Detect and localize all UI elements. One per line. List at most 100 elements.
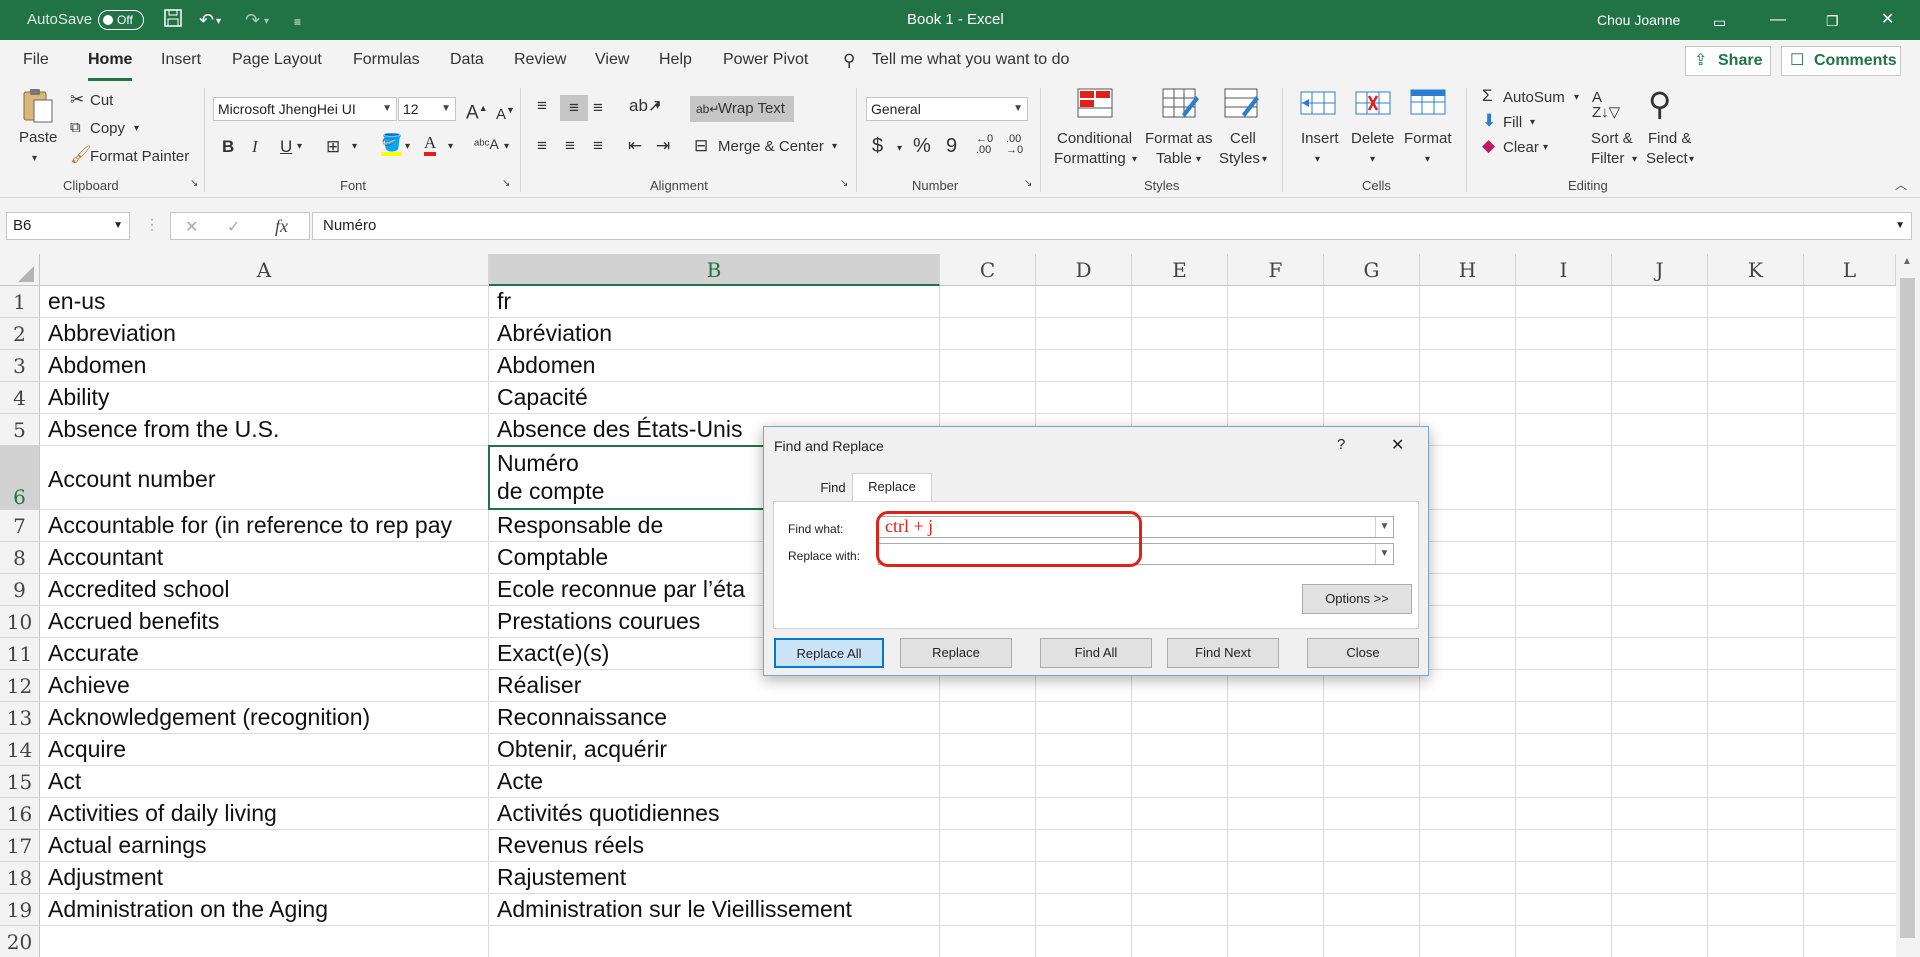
row-header-2[interactable]: 2 <box>0 318 40 350</box>
options-button[interactable]: Options >> <box>1302 584 1412 614</box>
cell-a18[interactable]: Adjustment <box>44 862 489 892</box>
cell-a4[interactable]: Ability <box>44 382 489 412</box>
format-as-table-icon[interactable] <box>1162 88 1202 120</box>
autosum-dropdown-icon[interactable]: ▾ <box>1574 89 1579 107</box>
cell-styles-icon[interactable] <box>1224 88 1264 120</box>
sort-filter-icon[interactable]: A Z↓▽ <box>1592 90 1620 120</box>
enter-icon[interactable]: ✓ <box>227 217 240 237</box>
clipboard-launcher-icon[interactable]: ↘ <box>190 178 198 189</box>
paste-icon[interactable] <box>18 88 58 123</box>
fill-color-icon[interactable]: 🪣 <box>381 134 403 156</box>
wrap-text-button[interactable]: ab↵ Wrap Text <box>690 96 794 122</box>
autosum-button[interactable]: AutoSum <box>1503 89 1565 107</box>
column-header-j[interactable]: J <box>1612 254 1708 286</box>
font-color-dropdown-icon[interactable]: ▾ <box>448 138 453 156</box>
cell-a14[interactable]: Acquire <box>44 734 489 764</box>
format-button[interactable]: Format <box>1404 130 1452 148</box>
increase-font-icon[interactable]: A▲ <box>466 98 488 123</box>
number-format-select[interactable]: General ▼ <box>866 97 1028 121</box>
redo-dropdown-icon[interactable]: ▾ <box>264 10 269 34</box>
find-select-icon[interactable]: ⚲ <box>1648 86 1671 122</box>
align-center-icon[interactable]: ≡ <box>565 136 575 156</box>
tab-data[interactable]: Data <box>450 51 484 69</box>
tab-file[interactable]: File <box>23 51 49 69</box>
cell-a11[interactable]: Accurate <box>44 638 489 668</box>
cell-a12[interactable]: Achieve <box>44 670 489 700</box>
row-header-17[interactable]: 17 <box>0 830 40 862</box>
column-header-h[interactable]: H <box>1420 254 1516 286</box>
format-cells-icon[interactable] <box>1410 86 1450 118</box>
paste-dropdown-icon[interactable]: ▾ <box>32 150 37 168</box>
tell-me-search[interactable]: Tell me what you want to do <box>872 51 1069 69</box>
alignment-launcher-icon[interactable]: ↘ <box>840 178 848 189</box>
cell-b9[interactable]: Ecole reconnue par l’éta <box>493 574 745 604</box>
cell-a1[interactable]: en-us <box>44 286 489 316</box>
percent-button[interactable]: % <box>913 136 931 156</box>
cell-b13[interactable]: Reconnaissance <box>493 702 667 732</box>
cell-b18[interactable]: Rajustement <box>493 862 626 892</box>
cell-b19[interactable]: Administration sur le Vieillissement <box>493 894 852 924</box>
row-header-6[interactable]: 6 <box>0 446 40 510</box>
cell-a10[interactable]: Accrued benefits <box>44 606 489 636</box>
cell-a6[interactable]: Account number <box>44 464 489 494</box>
row-header-18[interactable]: 18 <box>0 862 40 894</box>
ribbon-display-icon[interactable]: ▭ <box>1713 10 1726 34</box>
tab-replace[interactable]: Replace <box>852 473 932 502</box>
copy-dropdown-icon[interactable]: ▾ <box>134 120 139 138</box>
tab-view[interactable]: View <box>595 51 629 69</box>
column-header-k[interactable]: K <box>1708 254 1804 286</box>
borders-dropdown-icon[interactable]: ▾ <box>352 138 357 156</box>
tab-formulas[interactable]: Formulas <box>353 51 420 69</box>
expand-formula-icon[interactable]: ▼ <box>1895 213 1905 239</box>
align-right-icon[interactable]: ≡ <box>593 136 603 156</box>
insert-cells-icon[interactable] <box>1300 88 1340 120</box>
tab-review[interactable]: Review <box>514 51 566 69</box>
row-header-5[interactable]: 5 <box>0 414 40 446</box>
cell-a3[interactable]: Abdomen <box>44 350 489 380</box>
number-launcher-icon[interactable]: ↘ <box>1024 178 1032 189</box>
column-header-d[interactable]: D <box>1036 254 1132 286</box>
conditional-dropdown-icon[interactable]: ▾ <box>1132 151 1137 169</box>
scrollbar-thumb[interactable] <box>1900 278 1915 938</box>
format-painter-button[interactable]: Format Painter <box>90 148 189 166</box>
increase-indent-icon[interactable]: ⇥ <box>656 136 670 156</box>
clear-button[interactable]: Clear <box>1503 139 1539 157</box>
merge-dropdown-icon[interactable]: ▾ <box>832 138 837 156</box>
row-header-15[interactable]: 15 <box>0 766 40 798</box>
customize-qat-icon[interactable]: ≡ <box>294 10 301 34</box>
row-header-20[interactable]: 20 <box>0 926 40 957</box>
tab-home[interactable]: Home <box>88 51 133 81</box>
row-header-10[interactable]: 10 <box>0 606 40 638</box>
chevron-down-icon[interactable]: ▼ <box>1375 544 1393 564</box>
cell-a7[interactable]: Accountable for (in reference to rep pay <box>44 510 489 540</box>
cell-b5[interactable]: Absence des États-Unis <box>493 414 742 444</box>
increase-decimal-icon[interactable]: ←0.00 <box>976 134 993 156</box>
user-name[interactable]: Chou Joanne <box>1597 12 1680 28</box>
column-header-i[interactable]: I <box>1516 254 1612 286</box>
find-all-button[interactable]: Find All <box>1040 638 1152 668</box>
cut-button[interactable]: Cut <box>90 92 113 110</box>
cell-b8[interactable]: Comptable <box>493 542 608 572</box>
font-name-select[interactable]: Microsoft JhengHei UI ▼ <box>213 97 397 121</box>
row-header-7[interactable]: 7 <box>0 510 40 542</box>
font-size-select[interactable]: 12 ▼ <box>398 97 456 121</box>
formula-input[interactable]: Numéro ▼ <box>312 212 1912 240</box>
cell-a16[interactable]: Activities of daily living <box>44 798 489 828</box>
delete-button[interactable]: Delete <box>1351 130 1394 148</box>
currency-dropdown-icon[interactable]: ▾ <box>897 140 902 158</box>
close-button[interactable]: Close <box>1307 638 1419 668</box>
cell-b14[interactable]: Obtenir, acquérir <box>493 734 667 764</box>
close-window-icon[interactable]: ✕ <box>1881 8 1894 32</box>
insert-function-button[interactable]: fx <box>275 216 288 237</box>
cell-b4[interactable]: Capacité <box>493 382 588 412</box>
delete-dropdown-icon[interactable]: ▾ <box>1370 151 1375 169</box>
row-header-9[interactable]: 9 <box>0 574 40 606</box>
currency-button[interactable]: $ <box>872 136 883 156</box>
bold-button[interactable]: B <box>222 137 234 157</box>
copy-button[interactable]: Copy <box>90 120 125 138</box>
decrease-indent-icon[interactable]: ⇤ <box>628 136 642 156</box>
format-as-table-button[interactable]: Format as <box>1145 130 1213 148</box>
cell-b2[interactable]: Abréviation <box>493 318 612 348</box>
borders-icon[interactable]: ⊞ <box>326 137 340 157</box>
align-top-icon[interactable]: ≡ <box>537 96 547 116</box>
